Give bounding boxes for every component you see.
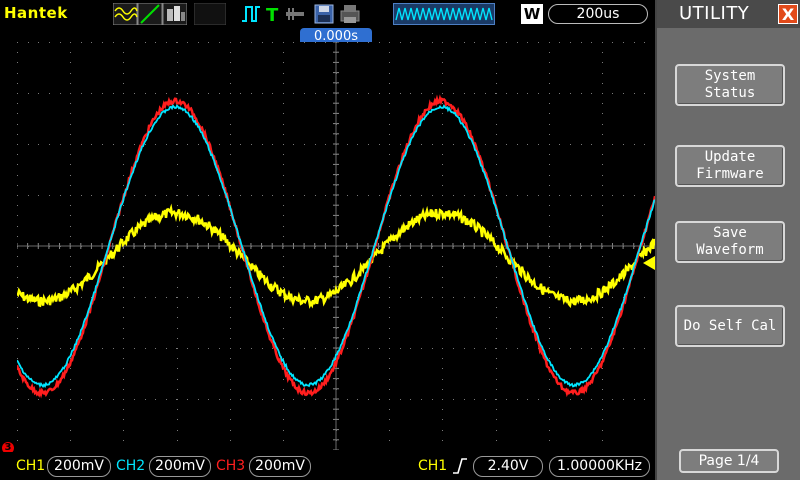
- center-axes: [16, 41, 656, 451]
- save-waveform-button[interactable]: Save Waveform: [675, 221, 785, 263]
- menu-header: UTILITY X: [657, 0, 800, 28]
- probe-icon: [286, 8, 304, 20]
- button-line: System: [704, 68, 756, 84]
- ch3-scale[interactable]: 200mV: [249, 456, 311, 477]
- pulse-icon: [242, 6, 260, 22]
- blank-slot-icon: [194, 3, 226, 25]
- self-cal-button[interactable]: Do Self Cal: [675, 305, 785, 347]
- update-firmware-button[interactable]: Update Firmware: [675, 145, 785, 187]
- button-line: Save: [713, 225, 747, 241]
- mode-icons[interactable]: T: [240, 3, 390, 25]
- button-line: Status: [704, 85, 756, 101]
- acquire-mode-badge: W: [521, 4, 543, 24]
- acquisition-memory-bar: [393, 3, 495, 25]
- ch3-label[interactable]: CH3: [216, 458, 245, 474]
- utility-menu: UTILITY X System Status Update Firmware …: [655, 0, 800, 480]
- ch1-scale[interactable]: 200mV: [47, 456, 111, 477]
- display-mode-icons[interactable]: [113, 3, 187, 25]
- trigger-source[interactable]: CH1: [418, 458, 447, 474]
- button-line: Do Self Cal: [683, 317, 777, 334]
- timebase-readout[interactable]: 200us: [548, 4, 648, 24]
- system-status-button[interactable]: System Status: [675, 64, 785, 106]
- brand-logo: Hantek: [4, 4, 68, 22]
- trigger-level-arrow-icon[interactable]: [643, 256, 655, 270]
- save-disk-icon: [314, 4, 334, 24]
- ch2-label[interactable]: CH2: [116, 458, 145, 474]
- channel-info-bar: CH1 200mV CH2 200mV CH3 200mV CH1 2.40V …: [0, 452, 655, 480]
- frequency-readout: 1.00000KHz: [549, 456, 650, 477]
- print-icon: [340, 5, 360, 23]
- close-button[interactable]: X: [778, 4, 798, 24]
- memory-wave-icon: [395, 7, 493, 21]
- page-button[interactable]: Page 1/4: [679, 449, 779, 473]
- trigger-level-readout[interactable]: 2.40V: [473, 456, 543, 477]
- graticule: [15, 41, 657, 451]
- status-bar: Hantek T W 200us: [0, 0, 655, 28]
- ch2-scale[interactable]: 200mV: [149, 456, 211, 477]
- trigger-t-icon: T: [266, 5, 279, 25]
- waveform-display[interactable]: [15, 41, 657, 451]
- menu-title: UTILITY: [679, 3, 750, 24]
- rising-edge-icon: [453, 458, 467, 474]
- button-line: Waveform: [696, 242, 764, 258]
- button-line: Firmware: [696, 166, 764, 182]
- ch1-label[interactable]: CH1: [16, 458, 45, 474]
- button-line: Update: [704, 149, 756, 165]
